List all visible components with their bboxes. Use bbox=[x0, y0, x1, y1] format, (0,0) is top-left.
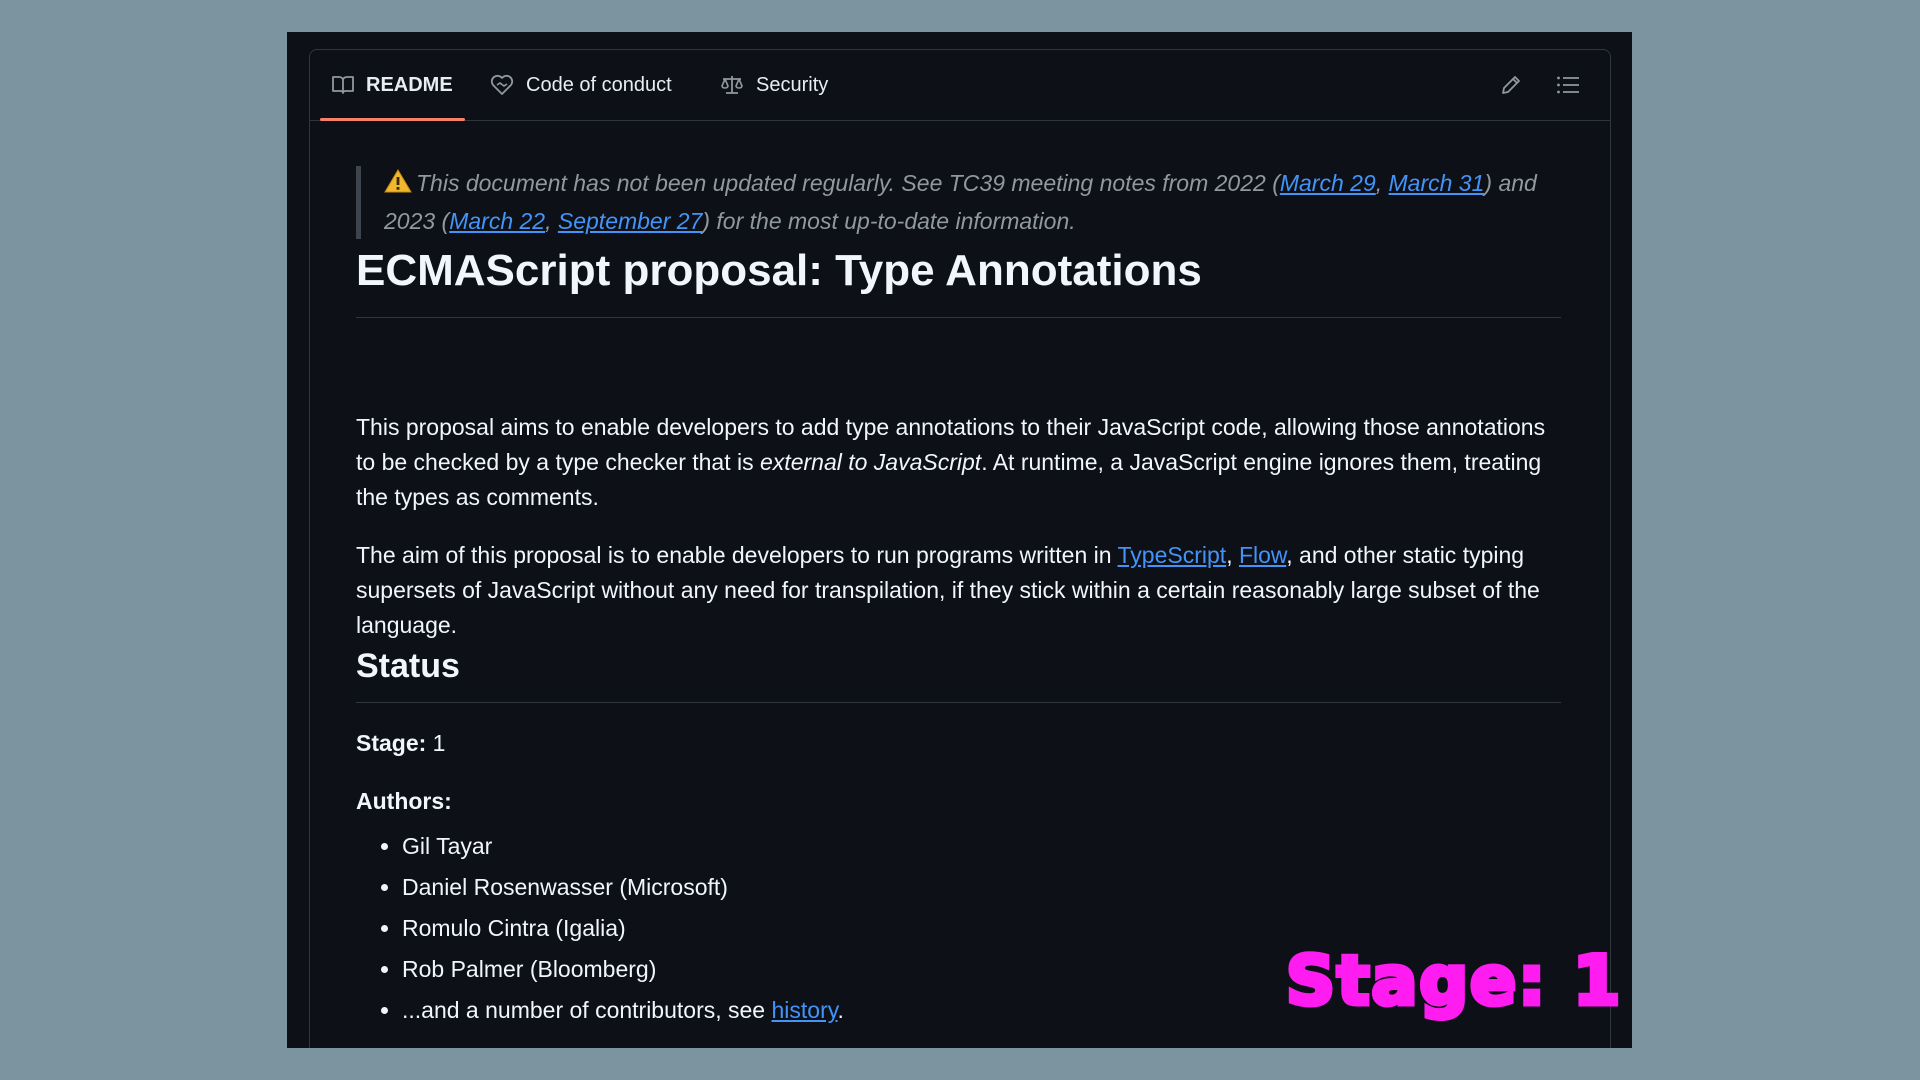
list-item: ...and a number of contributors, see his… bbox=[402, 990, 844, 1031]
link-history[interactable]: history bbox=[771, 997, 837, 1023]
tab-security[interactable]: Security bbox=[720, 50, 828, 120]
note-sep-2: , bbox=[545, 208, 558, 234]
page-title: ECMAScript proposal: Type Annotations bbox=[356, 240, 1561, 318]
tab-readme-label: README bbox=[366, 73, 453, 96]
contributors-text: ...and a number of contributors, see bbox=[402, 997, 772, 1023]
readme-panel: README Code of conduct Security This doc… bbox=[309, 49, 1611, 1048]
link-march-22[interactable]: March 22 bbox=[449, 208, 545, 234]
note-text-before: This document has not been updated regul… bbox=[416, 170, 1280, 196]
aim-sep: , bbox=[1226, 542, 1239, 568]
contributors-end: . bbox=[837, 997, 844, 1023]
link-flow[interactable]: Flow bbox=[1239, 542, 1286, 568]
tab-security-label: Security bbox=[756, 73, 829, 96]
stage-value: 1 bbox=[426, 730, 446, 756]
list-item: Romulo Cintra (Igalia) bbox=[402, 908, 844, 949]
tab-code-of-conduct[interactable]: Code of conduct bbox=[490, 50, 672, 120]
note-text-after: ) for the most up-to-date information. bbox=[702, 208, 1076, 234]
app-frame: README Code of conduct Security This doc… bbox=[287, 32, 1632, 1048]
list-icon[interactable] bbox=[1556, 74, 1580, 101]
list-item: Gil Tayar bbox=[402, 826, 844, 867]
tab-code-of-conduct-label: Code of conduct bbox=[526, 73, 672, 96]
stage-line: Stage: 1 bbox=[356, 730, 445, 757]
intro-emphasis: external to JavaScript bbox=[760, 449, 982, 475]
link-september-27[interactable]: September 27 bbox=[558, 208, 702, 234]
authors-label: Authors: bbox=[356, 788, 452, 814]
pencil-icon[interactable] bbox=[1500, 74, 1522, 101]
stage-overlay-badge: Stage: 1 bbox=[1283, 940, 1623, 1024]
note-sep-1: , bbox=[1375, 170, 1389, 196]
warning-icon bbox=[384, 168, 412, 204]
heart-handshake-icon bbox=[490, 74, 514, 95]
list-item: Daniel Rosenwasser (Microsoft) bbox=[402, 867, 844, 908]
list-item: Rob Palmer (Bloomberg) bbox=[402, 949, 844, 990]
status-heading: Status bbox=[356, 642, 1561, 703]
aim-paragraph: The aim of this proposal is to enable de… bbox=[356, 538, 1561, 643]
tab-readme[interactable]: README bbox=[320, 50, 465, 121]
book-icon bbox=[332, 76, 354, 94]
tab-bar: README Code of conduct Security bbox=[310, 50, 1610, 121]
aim-before: The aim of this proposal is to enable de… bbox=[356, 542, 1118, 568]
link-typescript[interactable]: TypeScript bbox=[1118, 542, 1227, 568]
link-march-31[interactable]: March 31 bbox=[1389, 170, 1485, 196]
stage-label: Stage: bbox=[356, 730, 427, 756]
link-march-29[interactable]: March 29 bbox=[1280, 170, 1376, 196]
law-scale-icon bbox=[721, 76, 743, 94]
intro-paragraph: This proposal aims to enable developers … bbox=[356, 410, 1561, 515]
authors-list: Gil Tayar Daniel Rosenwasser (Microsoft)… bbox=[356, 826, 844, 1031]
warning-note: This document has not been updated regul… bbox=[356, 166, 1564, 239]
